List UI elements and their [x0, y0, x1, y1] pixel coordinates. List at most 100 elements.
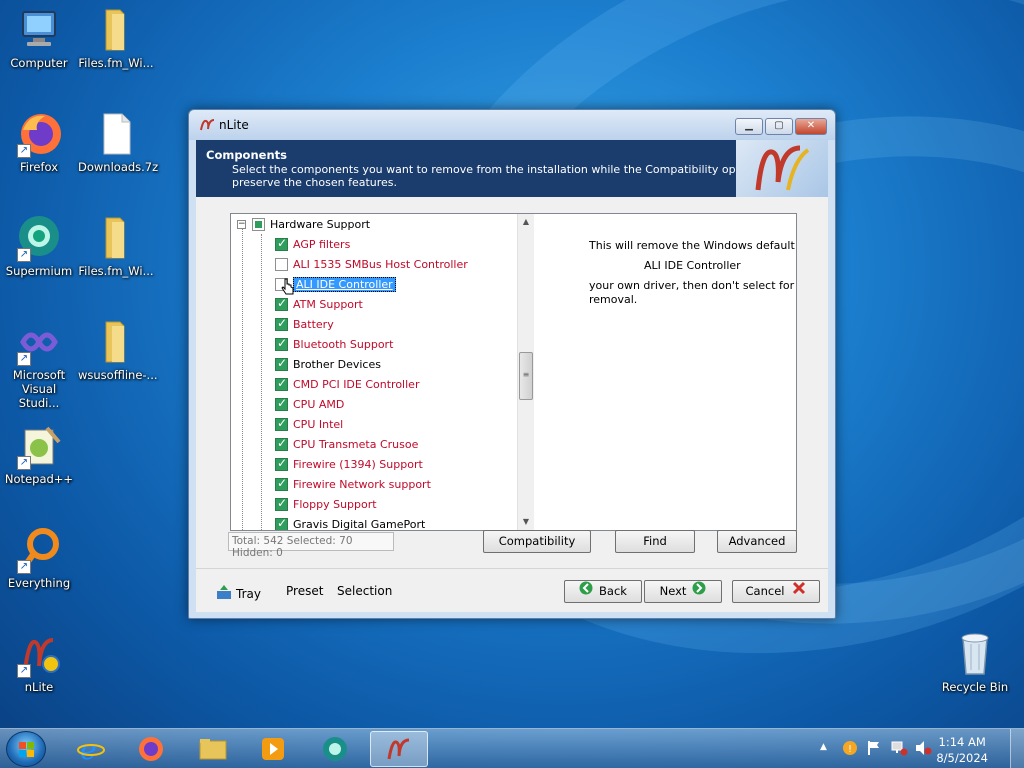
tree-checkbox[interactable]	[275, 316, 288, 331]
nlite-logo	[736, 140, 828, 197]
tree-item[interactable]: CPU Intel	[275, 414, 343, 434]
advanced-button[interactable]: Advanced	[717, 530, 797, 553]
desktop-icon-files-fm-2[interactable]: Files.fm_Wi...	[78, 214, 154, 278]
back-arrow-icon	[579, 581, 593, 602]
tree-checkbox[interactable]	[275, 396, 288, 411]
scrollbar-thumb[interactable]: ≡	[519, 352, 533, 400]
tree-checkbox[interactable]	[252, 217, 265, 231]
tree-item-label: CPU Intel	[293, 417, 344, 431]
desktop-icon-label: Downloads.7z	[78, 160, 159, 174]
cancel-x-icon	[792, 581, 806, 602]
tree-item-label: Firewire Network support	[293, 477, 431, 491]
network-icon[interactable]	[890, 740, 908, 759]
close-button[interactable]: ✕	[795, 118, 827, 135]
clock-time: 1:14 AM	[938, 735, 986, 749]
volume-muted-icon[interactable]	[914, 740, 932, 759]
tree-item[interactable]: CMD PCI IDE Controller	[275, 374, 419, 394]
start-button[interactable]	[6, 731, 46, 767]
back-button[interactable]: Back	[564, 580, 642, 603]
svg-text:!: !	[848, 744, 852, 755]
tree-item[interactable]: Floppy Support	[275, 494, 377, 514]
next-arrow-icon	[692, 581, 706, 602]
selection-button[interactable]: Selection	[337, 584, 392, 598]
tree-item[interactable]: Brother Devices	[275, 354, 381, 374]
tree-item[interactable]: CPU AMD	[275, 394, 344, 414]
tree-item-label: AGP filters	[293, 237, 351, 251]
desktop-icon-everything[interactable]: ↗ Everything	[1, 526, 77, 590]
desktop-icon-firefox[interactable]: ↗ Firefox	[1, 110, 77, 174]
tray-button[interactable]: Tray	[216, 584, 261, 603]
show-desktop-button[interactable]	[1010, 729, 1024, 768]
taskbar-firefox[interactable]	[122, 731, 180, 767]
desktop-icon-supermium[interactable]: ↗ Supermium	[1, 214, 77, 278]
desktop-icon-wsusoffline[interactable]: wsusoffline-...	[78, 318, 158, 382]
tree-checkbox[interactable]	[275, 376, 288, 391]
desktop-icon-nlite[interactable]: ↗ nLite	[1, 630, 77, 694]
page-title: Components	[206, 148, 287, 162]
tree-item-label: ALI IDE Controller	[293, 276, 396, 292]
tree-checkbox[interactable]	[275, 496, 288, 511]
folder-icon	[92, 214, 140, 262]
tree-item-label: CPU Transmeta Crusoe	[293, 437, 419, 451]
scroll-up-icon[interactable]: ▲	[518, 214, 534, 230]
desktop-icon-downloads-7z[interactable]: Downloads.7z	[78, 110, 159, 174]
tree-checkbox[interactable]	[275, 356, 288, 371]
cancel-button[interactable]: Cancel	[732, 580, 820, 603]
tree-item[interactable]: Battery	[275, 314, 334, 334]
taskbar-nlite[interactable]	[370, 731, 428, 767]
collapse-icon[interactable]: −	[237, 219, 246, 229]
desktop-icon-visual-studio[interactable]: ↗ Microsoft Visual Studi...	[1, 318, 77, 410]
shortcut-arrow-icon: ↗	[17, 560, 31, 574]
taskbar-media-player[interactable]	[244, 731, 302, 767]
desktop-icon-notepad-plus-plus[interactable]: ↗ Notepad++	[1, 422, 77, 486]
scroll-down-icon[interactable]: ▼	[518, 514, 534, 530]
desktop-icon-files-fm-1[interactable]: Files.fm_Wi...	[78, 6, 154, 70]
tree-item[interactable]: Firewire (1394) Support	[275, 454, 423, 474]
find-button[interactable]: Find	[615, 530, 695, 553]
tree-node-hardware-support[interactable]: − Hardware Support	[237, 214, 370, 234]
tree-checkbox[interactable]	[275, 416, 288, 431]
visual-studio-icon: ↗	[15, 318, 63, 366]
preset-button[interactable]: Preset	[286, 584, 323, 598]
next-button[interactable]: Next	[644, 580, 722, 603]
taskbar-clock[interactable]: 1:14 AM 8/5/2024	[936, 734, 988, 766]
tree-checkbox[interactable]	[275, 336, 288, 351]
taskbar-supermium[interactable]	[306, 731, 364, 767]
show-hidden-icons-icon[interactable]: ▲	[820, 742, 827, 752]
tree-item[interactable]: Gravis Digital GamePort	[275, 514, 425, 530]
tree-checkbox[interactable]	[275, 236, 288, 251]
tree-item[interactable]: Firewire Network support	[275, 474, 431, 494]
media-player-icon	[262, 738, 284, 760]
shortcut-arrow-icon: ↗	[17, 664, 31, 678]
tree-checkbox[interactable]	[275, 456, 288, 471]
desktop-icon-computer[interactable]: Computer	[1, 6, 77, 70]
info-text-line4: removal.	[589, 293, 638, 306]
maximize-button[interactable]: ▢	[765, 118, 793, 135]
tree-item[interactable]: AGP filters	[275, 234, 350, 254]
tray-warning-icon[interactable]: !	[842, 740, 858, 759]
everything-search-icon: ↗	[15, 526, 63, 574]
minimize-button[interactable]: ▁	[735, 118, 763, 135]
action-center-flag-icon[interactable]	[866, 740, 882, 759]
compatibility-button[interactable]: Compatibility	[483, 530, 591, 553]
tree-checkbox[interactable]	[275, 257, 288, 271]
tree-item[interactable]: CPU Transmeta Crusoe	[275, 434, 418, 454]
tree-item-label: Bluetooth Support	[293, 337, 394, 351]
desktop-icon-label: Files.fm_Wi...	[78, 264, 154, 278]
nlite-icon	[387, 738, 410, 760]
desktop-icon-label: Notepad++	[4, 472, 74, 486]
tree-checkbox[interactable]	[275, 516, 288, 530]
tree-checkbox[interactable]	[275, 476, 288, 491]
desktop-icon-label: Everything	[7, 576, 71, 590]
tree-item[interactable]: ALI 1535 SMBus Host Controller	[275, 254, 468, 274]
tree-scrollbar[interactable]: ▲ ≡ ▼	[517, 214, 534, 530]
tree-checkbox[interactable]	[275, 436, 288, 451]
cancel-label: Cancel	[745, 584, 785, 598]
desktop-icon-recycle-bin[interactable]: Recycle Bin	[937, 630, 1013, 694]
taskbar-file-explorer[interactable]	[184, 731, 242, 767]
taskbar-internet-explorer[interactable]: e	[62, 731, 120, 767]
component-info-pane: This will remove the Windows default ALI…	[534, 214, 796, 530]
tree-item[interactable]: Bluetooth Support	[275, 334, 393, 354]
components-tree[interactable]: − Hardware Support AGP filters ALI 1535 …	[231, 214, 517, 530]
nlite-icon: ↗	[15, 630, 63, 678]
